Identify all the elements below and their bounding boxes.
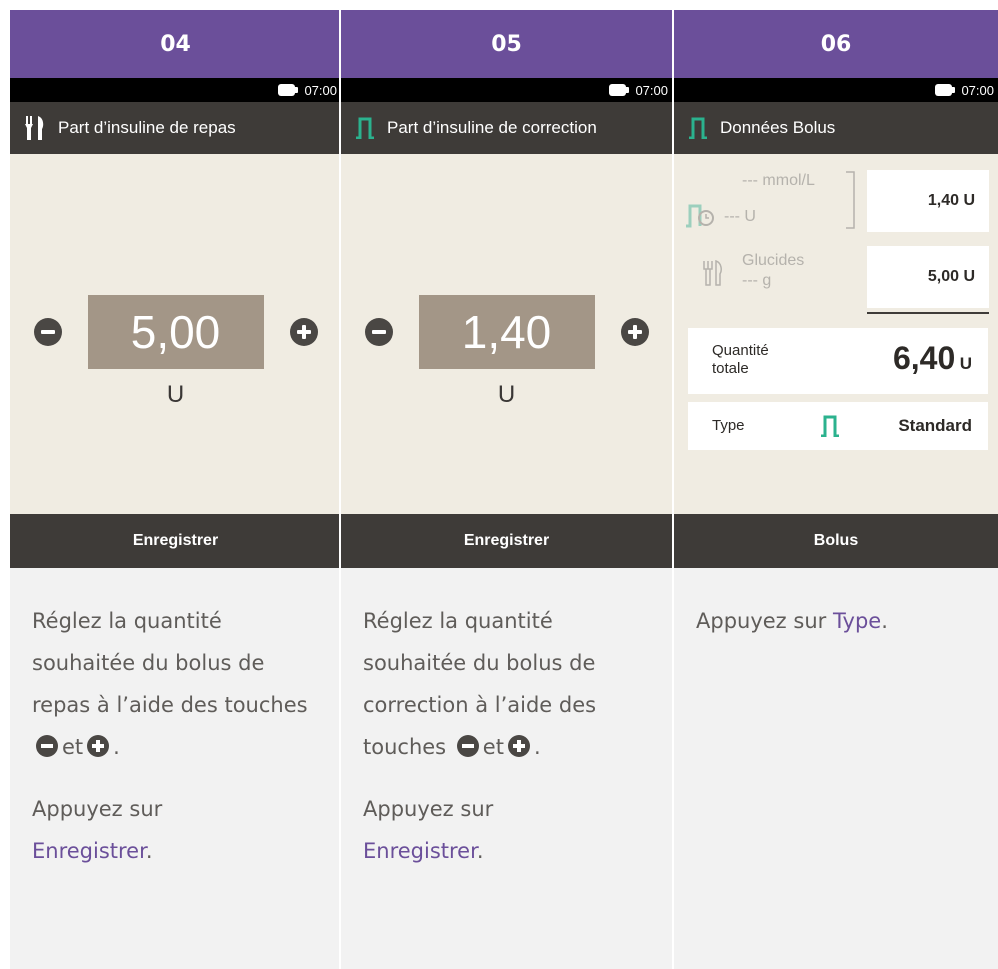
instruction-part: Réglez la quantité souhaitée du bolus de… [363,609,597,759]
instruction-text: Appuyez sur Type. [674,568,998,969]
instruction-part: Appuyez sur [32,797,163,821]
total-unit: U [959,354,972,373]
instruction-part: Appuyez sur [363,797,494,821]
total-number: 6,40 [892,340,956,376]
carbs-label: Glucides [742,252,805,269]
column-divider [339,10,341,969]
instruction-part: Appuyez sur [696,609,827,633]
save-button[interactable]: Enregistrer [10,514,341,568]
standard-bolus-icon [356,117,374,139]
status-bar: 07:00 [341,78,672,102]
punctuation: . [476,839,484,863]
correction-bolus-icon [686,204,714,228]
minus-icon [456,735,479,757]
sum-divider [867,312,989,314]
minus-button[interactable] [33,318,62,346]
type-row[interactable]: Type Standard [688,402,988,450]
plus-icon [87,735,110,757]
instruction-text: Réglez la quantité souhaitée du bolus de… [10,568,341,969]
total-label-line2: totale [712,360,749,377]
minus-button[interactable] [364,318,393,346]
battery-icon [278,84,299,96]
plus-button[interactable] [620,318,649,346]
fork-knife-icon [25,116,44,140]
step-number: 06 [674,10,998,78]
bolus-button[interactable]: Bolus [674,514,998,568]
correction-units-label: --- U [724,208,756,225]
column-divider [672,10,674,969]
status-time: 07:00 [635,82,668,98]
total-label-line1: Quantité [712,342,769,359]
status-bar: 07:00 [674,78,998,102]
instruction-part: Réglez la quantité souhaitée du bolus de… [32,609,308,717]
save-button[interactable]: Enregistrer [341,514,672,568]
instruction-text: Réglez la quantité souhaitée du bolus de… [341,568,672,969]
standard-bolus-icon [821,415,839,437]
type-label: Type [712,417,745,434]
carbs-value: 5,00 U [867,246,989,308]
standard-bolus-icon [689,117,707,139]
fork-knife-icon [703,260,722,286]
unit-label: U [166,381,185,408]
unit-label: U [497,381,516,408]
carbs-units-label: --- g [742,272,772,289]
screen-title-bar: Part d’insuline de repas [10,102,341,154]
bolus-data-screen: --- mmol/L --- U 1,40 U Glucides --- g 5… [674,154,998,514]
pump-screen: 1,40 U [341,154,672,514]
enregistrer-link[interactable]: Enregistrer [32,839,146,863]
battery-icon [935,84,956,96]
status-bar: 07:00 [10,78,341,102]
screen-title-bar: Part d’insuline de correction [341,102,672,154]
step-05-column: 05 07:00 Part d’insuline de correction 1… [341,10,672,969]
screen-title: Part d’insuline de repas [58,118,236,137]
total-amount-panel: Quantité totale 6,40 U [688,328,988,394]
status-time: 07:00 [304,82,337,98]
total-label: Quantité totale [712,342,769,378]
battery-icon [609,84,630,96]
screen-title: Part d’insuline de correction [387,118,597,137]
insulin-value: 5,00 [87,295,264,369]
plus-icon [507,735,530,757]
glucose-label: --- mmol/L [742,172,815,189]
enregistrer-link[interactable]: Enregistrer [363,839,477,863]
step-number: 04 [10,10,341,78]
type-value: Standard [898,416,972,435]
screen-title-bar: Données Bolus [674,102,998,154]
step-06-column: 06 07:00 Données Bolus --- mmol/L --- U … [674,10,998,969]
plus-button[interactable] [289,318,318,346]
punctuation: . [145,839,153,863]
pump-screen: 5,00 U [10,154,341,514]
correction-value: 1,40 U [867,170,989,232]
type-link[interactable]: Type [833,609,881,633]
minus-icon [36,735,58,757]
punctuation: . [881,609,888,633]
step-04-column: 04 07:00 Part d’insuline de repas 5,00 U… [10,10,341,969]
total-value: 6,40 U [893,340,972,377]
instruction-and: et [482,735,504,759]
insulin-value: 1,40 [418,295,595,369]
screen-title: Données Bolus [720,118,836,137]
step-number: 05 [341,10,672,78]
instruction-and: et [62,735,84,759]
bracket-icon [846,171,855,229]
status-time: 07:00 [961,82,994,98]
